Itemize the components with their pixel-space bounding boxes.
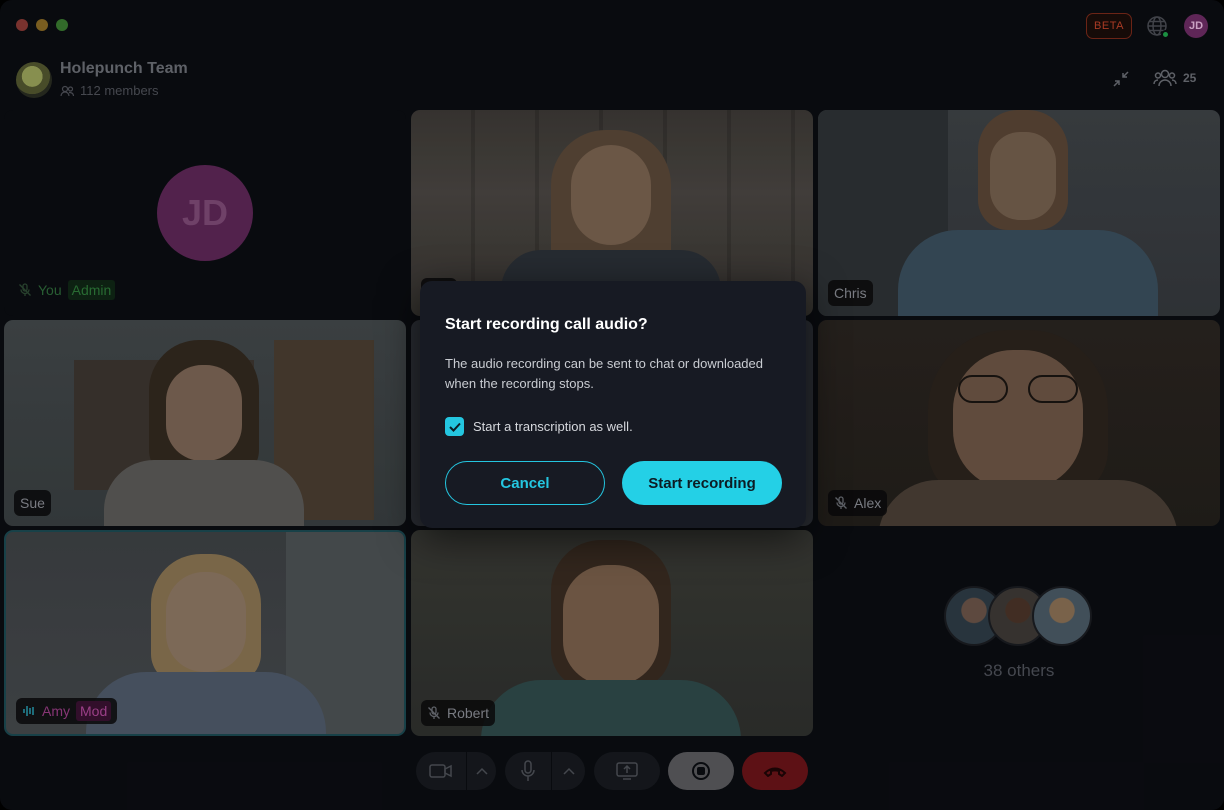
cancel-button[interactable]: Cancel [445,461,605,505]
app-window: BETA JD Holepunch Team 112 members 25 JD… [0,0,1224,810]
transcription-option[interactable]: Start a transcription as well. [445,417,633,436]
transcription-checkbox[interactable] [445,417,464,436]
checkmark-icon [448,422,461,432]
start-recording-button[interactable]: Start recording [622,461,782,505]
dialog-title: Start recording call audio? [445,316,648,333]
transcription-label: Start a transcription as well. [473,419,633,434]
dialog-body: The audio recording can be sent to chat … [445,356,763,391]
recording-dialog: Start recording call audio? The audio re… [420,281,806,528]
